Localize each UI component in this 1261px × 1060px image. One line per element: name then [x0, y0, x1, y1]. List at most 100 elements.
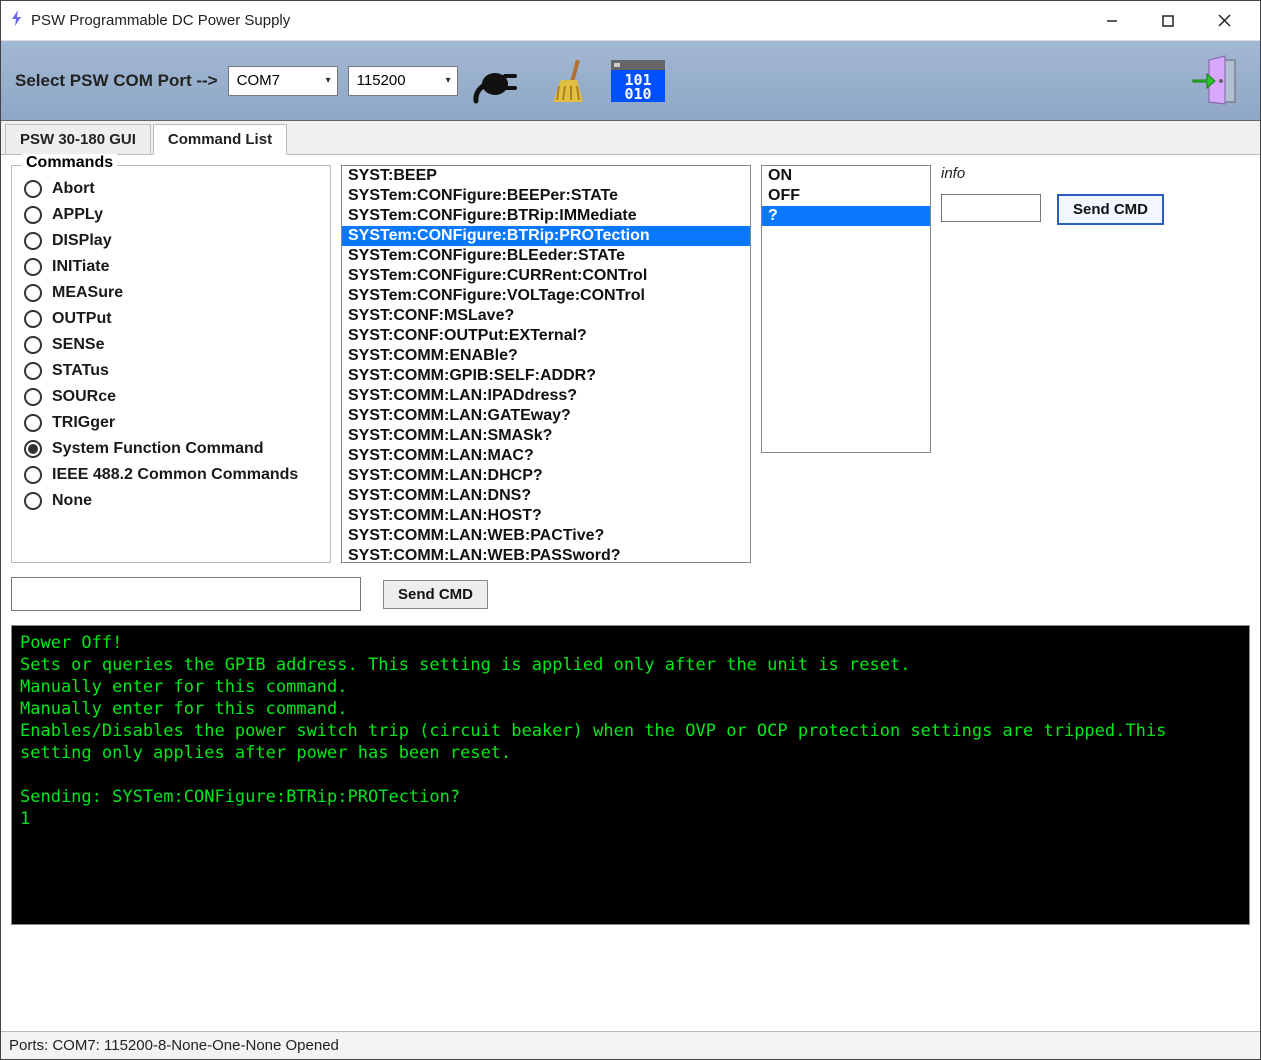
- radio-output[interactable]: OUTPut: [24, 306, 318, 332]
- radio-icon: [24, 362, 42, 380]
- command-item[interactable]: SYST:BEEP: [342, 166, 750, 186]
- radio-icon: [24, 440, 42, 458]
- command-item[interactable]: SYST:COMM:LAN:SMASk?: [342, 426, 750, 446]
- command-item[interactable]: SYST:CONF:OUTPut:EXTernal?: [342, 326, 750, 346]
- broom-icon[interactable]: [538, 51, 598, 111]
- window-buttons: [1084, 3, 1252, 39]
- lower-send-row: Send CMD: [11, 573, 1250, 615]
- radio-label: System Function Command: [52, 440, 264, 458]
- command-item[interactable]: SYST:COMM:LAN:DNS?: [342, 486, 750, 506]
- titlebar: PSW Programmable DC Power Supply: [1, 1, 1260, 41]
- binary-icon[interactable]: 101 010: [608, 51, 668, 111]
- main-panel: Commands Abort APPLy DISPlay INITiate MEASur…: [1, 155, 1260, 1031]
- radio-initiate[interactable]: INITiate: [24, 254, 318, 280]
- radio-icon: [24, 206, 42, 224]
- info-column: info Send CMD: [941, 165, 1164, 563]
- radio-label: SENSe: [52, 336, 104, 354]
- radio-icon: [24, 414, 42, 432]
- radio-icon: [24, 336, 42, 354]
- radio-abort[interactable]: Abort: [24, 176, 318, 202]
- status-text: Ports: COM7: 115200-8-None-One-None Open…: [9, 1037, 339, 1054]
- exit-icon[interactable]: [1186, 51, 1246, 111]
- commands-groupbox: Commands AbortAPPLyDISPlayINITiateMEASur…: [11, 165, 331, 563]
- radio-label: IEEE 488.2 Common Commands: [52, 466, 298, 484]
- info-label: info: [941, 165, 1164, 182]
- radio-source[interactable]: SOURce: [24, 384, 318, 410]
- options-listbox[interactable]: ONOFF?: [761, 165, 931, 453]
- command-item[interactable]: SYSTem:CONFigure:BEEPer:STATe: [342, 186, 750, 206]
- command-item[interactable]: SYST:COMM:LAN:WEB:PACTive?: [342, 526, 750, 546]
- radio-ieee-488-2-common-commands[interactable]: IEEE 488.2 Common Commands: [24, 462, 318, 488]
- status-bar: Ports: COM7: 115200-8-None-One-None Open…: [1, 1031, 1260, 1059]
- radio-icon: [24, 232, 42, 250]
- app-window: PSW Programmable DC Power Supply Select …: [0, 0, 1261, 1060]
- radio-label: Abort: [52, 180, 95, 198]
- command-item[interactable]: SYST:COMM:LAN:HOST?: [342, 506, 750, 526]
- command-item[interactable]: SYSTem:CONFigure:BLEeder:STATe: [342, 246, 750, 266]
- command-item[interactable]: SYSTem:CONFigure:CURRent:CONTrol: [342, 266, 750, 286]
- baud-rate-value: 115200: [357, 72, 406, 89]
- com-port-select[interactable]: COM7: [228, 66, 338, 96]
- info-input[interactable]: [941, 194, 1041, 222]
- tab-bar: PSW 30-180 GUI Command List: [1, 121, 1260, 155]
- com-port-value: COM7: [237, 72, 280, 89]
- command-item[interactable]: SYST:COMM:LAN:WEB:PASSword?: [342, 546, 750, 563]
- window-title: PSW Programmable DC Power Supply: [31, 12, 290, 29]
- radio-icon: [24, 466, 42, 484]
- radio-trigger[interactable]: TRIGger: [24, 410, 318, 436]
- send-cmd-button-upper[interactable]: Send CMD: [1057, 194, 1164, 225]
- tab-gui[interactable]: PSW 30-180 GUI: [5, 124, 151, 154]
- minimize-button[interactable]: [1084, 3, 1140, 39]
- radio-label: APPLy: [52, 206, 103, 224]
- radio-status[interactable]: STATus: [24, 358, 318, 384]
- commands-group-title: Commands: [22, 154, 117, 172]
- toolbar: Select PSW COM Port --> COM7 115200: [1, 41, 1260, 121]
- command-item[interactable]: SYST:COMM:LAN:MAC?: [342, 446, 750, 466]
- radio-label: SOURce: [52, 388, 116, 406]
- radio-label: None: [52, 492, 92, 510]
- radio-icon: [24, 310, 42, 328]
- option-item[interactable]: ?: [762, 206, 930, 226]
- baud-rate-select[interactable]: 115200: [348, 66, 458, 96]
- command-item[interactable]: SYSTem:CONFigure:VOLTage:CONTrol: [342, 286, 750, 306]
- radio-label: MEASure: [52, 284, 123, 302]
- com-port-label: Select PSW COM Port -->: [15, 71, 218, 91]
- command-item[interactable]: SYST:CONF:MSLave?: [342, 306, 750, 326]
- command-input[interactable]: [11, 577, 361, 611]
- radio-icon: [24, 284, 42, 302]
- radio-label: OUTPut: [52, 310, 112, 328]
- option-item[interactable]: OFF: [762, 186, 930, 206]
- command-item[interactable]: SYSTem:CONFigure:BTRip:PROTection: [342, 226, 750, 246]
- radio-icon: [24, 258, 42, 276]
- radio-label: TRIGger: [52, 414, 115, 432]
- radio-apply[interactable]: APPLy: [24, 202, 318, 228]
- tab-command-list[interactable]: Command List: [153, 124, 287, 155]
- upper-row: Commands AbortAPPLyDISPlayINITiateMEASur…: [11, 165, 1250, 563]
- maximize-button[interactable]: [1140, 3, 1196, 39]
- command-item[interactable]: SYST:COMM:LAN:GATEway?: [342, 406, 750, 426]
- radio-label: INITiate: [52, 258, 110, 276]
- radio-icon: [24, 180, 42, 198]
- radio-label: STATus: [52, 362, 109, 380]
- radio-label: DISPlay: [52, 232, 112, 250]
- command-item[interactable]: SYST:COMM:ENABle?: [342, 346, 750, 366]
- command-item[interactable]: SYST:COMM:GPIB:SELF:ADDR?: [342, 366, 750, 386]
- command-listbox[interactable]: SYST:BEEPSYSTem:CONFigure:BEEPer:STATeSY…: [341, 165, 751, 563]
- plug-icon[interactable]: [468, 51, 528, 111]
- radio-sense[interactable]: SENSe: [24, 332, 318, 358]
- command-item[interactable]: SYSTem:CONFigure:BTRip:IMMediate: [342, 206, 750, 226]
- radio-none[interactable]: None: [24, 488, 318, 514]
- close-button[interactable]: [1196, 3, 1252, 39]
- radio-display[interactable]: DISPlay: [24, 228, 318, 254]
- command-item[interactable]: SYST:COMM:LAN:DHCP?: [342, 466, 750, 486]
- output-console[interactable]: Power Off! Sets or queries the GPIB addr…: [11, 625, 1250, 925]
- option-item[interactable]: ON: [762, 166, 930, 186]
- radio-icon: [24, 492, 42, 510]
- command-item[interactable]: SYST:COMM:LAN:IPADdress?: [342, 386, 750, 406]
- send-cmd-button-lower[interactable]: Send CMD: [383, 580, 488, 609]
- radio-measure[interactable]: MEASure: [24, 280, 318, 306]
- radio-icon: [24, 388, 42, 406]
- radio-system-function-command[interactable]: System Function Command: [24, 436, 318, 462]
- svg-text:010: 010: [624, 85, 651, 102]
- lightning-icon: [9, 10, 25, 31]
